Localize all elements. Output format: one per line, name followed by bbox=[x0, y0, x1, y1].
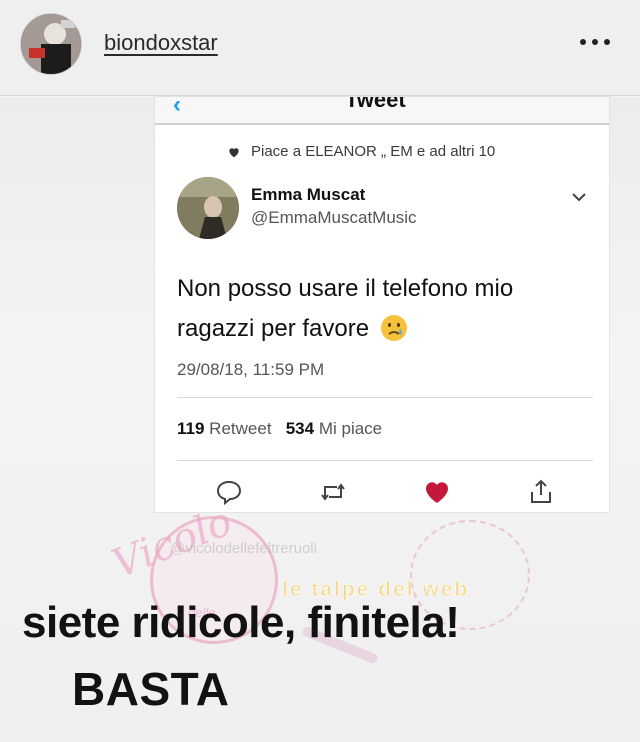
tweet-actions bbox=[215, 477, 555, 507]
tweet-stats: 119 Retweet 534 Mi piace bbox=[177, 419, 382, 439]
tweet-author-name: Emma Muscat bbox=[251, 185, 366, 204]
heart-filled-icon bbox=[229, 147, 239, 157]
back-chevron-icon: ‹ bbox=[173, 97, 181, 118]
like-count: 534 bbox=[285, 419, 315, 438]
watermark-handle: @vicolodellefeltreruoli bbox=[170, 540, 317, 557]
avatar-photo bbox=[21, 14, 81, 74]
story-caption-line2: BASTA bbox=[72, 663, 230, 715]
tweet-author-avatar bbox=[177, 177, 239, 239]
retweet-label: Retweet bbox=[209, 419, 272, 438]
tweet-author-photo bbox=[177, 177, 239, 239]
tweet-nav-title: Tweet bbox=[345, 97, 406, 112]
more-dots-icon[interactable] bbox=[580, 36, 610, 48]
share-icon[interactable] bbox=[527, 478, 555, 506]
divider bbox=[177, 397, 593, 398]
retweet-count: 119 bbox=[177, 419, 205, 438]
user-avatar[interactable] bbox=[20, 13, 82, 75]
tweet-screenshot: ‹ Tweet Piace a ELEANOR „ EM e ad altri … bbox=[155, 97, 609, 512]
social-context: Piace a ELEANOR „ EM e ad altri 10 bbox=[227, 143, 495, 160]
divider bbox=[177, 460, 593, 461]
tweet-text: Non posso usare il telefono mio ragazzi … bbox=[177, 275, 514, 342]
crying-face-emoji bbox=[380, 315, 407, 341]
tweet-author-handle: @EmmaMuscatMusic bbox=[251, 208, 417, 227]
tweet-nav-bar: ‹ Tweet bbox=[155, 97, 609, 125]
tweet-timestamp: 29/08/18, 11:59 PM bbox=[177, 360, 325, 379]
like-label: Mi piace bbox=[318, 419, 383, 438]
tweet-body: Non posso usare il telefono mio ragazzi … bbox=[177, 269, 577, 349]
social-context-text: Piace a ELEANOR „ EM e ad altri 10 bbox=[251, 143, 496, 160]
story-username[interactable]: biondoxstar bbox=[104, 30, 218, 56]
story-caption-line1: siete ridicole, finitela! bbox=[22, 598, 460, 647]
chevron-down-icon bbox=[572, 193, 586, 202]
story-header: biondoxstar bbox=[0, 0, 640, 96]
retweet-icon[interactable] bbox=[319, 478, 347, 506]
heart-icon[interactable] bbox=[423, 478, 451, 506]
